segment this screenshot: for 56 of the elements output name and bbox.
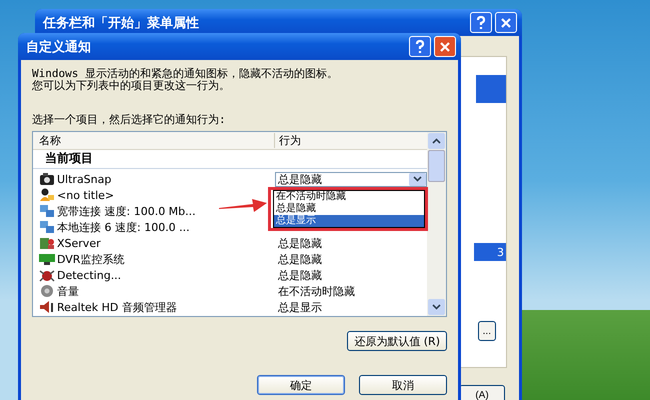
help-icon [415, 40, 425, 54]
up-chevron-icon [432, 138, 441, 144]
behavior-value: 总是隐藏 [278, 236, 322, 250]
close-button[interactable] [495, 12, 517, 33]
restore-defaults-button[interactable]: 还原为默认值 (R) [347, 331, 447, 351]
item-name[interactable]: DVR监控系统 [57, 252, 124, 266]
bug-icon [39, 268, 55, 282]
item-name[interactable]: 宽带连接 速度: 100.0 Mb... [57, 204, 196, 218]
window-title: 任务栏和「开始」菜单属性 [43, 14, 200, 32]
scroll-up-button[interactable] [428, 133, 445, 149]
down-chevron-icon [432, 304, 441, 310]
scroll-down-button[interactable] [428, 299, 445, 315]
person-icon [39, 188, 55, 202]
description-text: 您可以为下列表中的项目更改这一行为。 [32, 80, 231, 92]
network-icon [39, 220, 55, 234]
column-header[interactable]: 名称 [33, 133, 274, 148]
close-icon [439, 40, 451, 52]
close-icon [500, 16, 512, 28]
item-name[interactable]: <no title> [57, 188, 114, 202]
item-name[interactable]: 本地连接 6 速度: 100.0 ... [57, 220, 190, 234]
dropdown-option[interactable]: 总是隐藏 [274, 203, 424, 215]
behavior-value: 总是隐藏 [278, 252, 322, 266]
audio-icon [39, 300, 55, 314]
preview-text: 3 [497, 246, 504, 258]
server-icon [39, 236, 55, 250]
behavior-value: 总是显示 [278, 300, 322, 314]
ok-button[interactable]: 确定 [257, 375, 345, 395]
network-icon [39, 204, 55, 218]
item-name[interactable]: Realtek HD 音频管理器 [57, 300, 177, 314]
scrollbar[interactable] [427, 132, 446, 316]
dropdown-option[interactable]: 总是显示 [274, 215, 424, 227]
item-name[interactable]: Detecting... [57, 268, 122, 282]
behavior-dropdown[interactable]: 总是隐藏 [275, 172, 427, 186]
close-button[interactable] [434, 36, 456, 57]
instruction-text: 选择一个项目，然后选择它的通知行为: [32, 112, 227, 127]
item-name[interactable]: 音量 [57, 284, 79, 298]
cancel-button[interactable]: 取消 [359, 375, 447, 395]
group-heading: 当前项目 [33, 150, 427, 169]
speaker-icon [39, 284, 55, 298]
item-name[interactable]: XServer [57, 236, 101, 250]
preview-bar [476, 75, 506, 103]
item-name[interactable]: UltraSnap [57, 172, 112, 186]
description-text: Windows 显示活动的和紧急的通知图标，隐藏不活动的图标。 [32, 68, 339, 80]
pointer-arrow [219, 198, 267, 214]
dropdown-option[interactable]: 在不活动时隐藏 [274, 191, 424, 203]
dialog-title: 自定义通知 [26, 38, 92, 56]
behavior-value: 在不活动时隐藏 [278, 284, 355, 298]
scroll-thumb[interactable] [428, 150, 445, 182]
camera-icon [39, 172, 55, 186]
customize-button[interactable]: ... [478, 321, 496, 341]
monitor-icon [39, 252, 55, 266]
help-icon [476, 16, 486, 30]
apply-button[interactable]: (A) [459, 385, 505, 400]
help-button[interactable] [470, 12, 492, 33]
behavior-value: 总是隐藏 [278, 268, 322, 282]
help-button[interactable] [409, 36, 431, 57]
